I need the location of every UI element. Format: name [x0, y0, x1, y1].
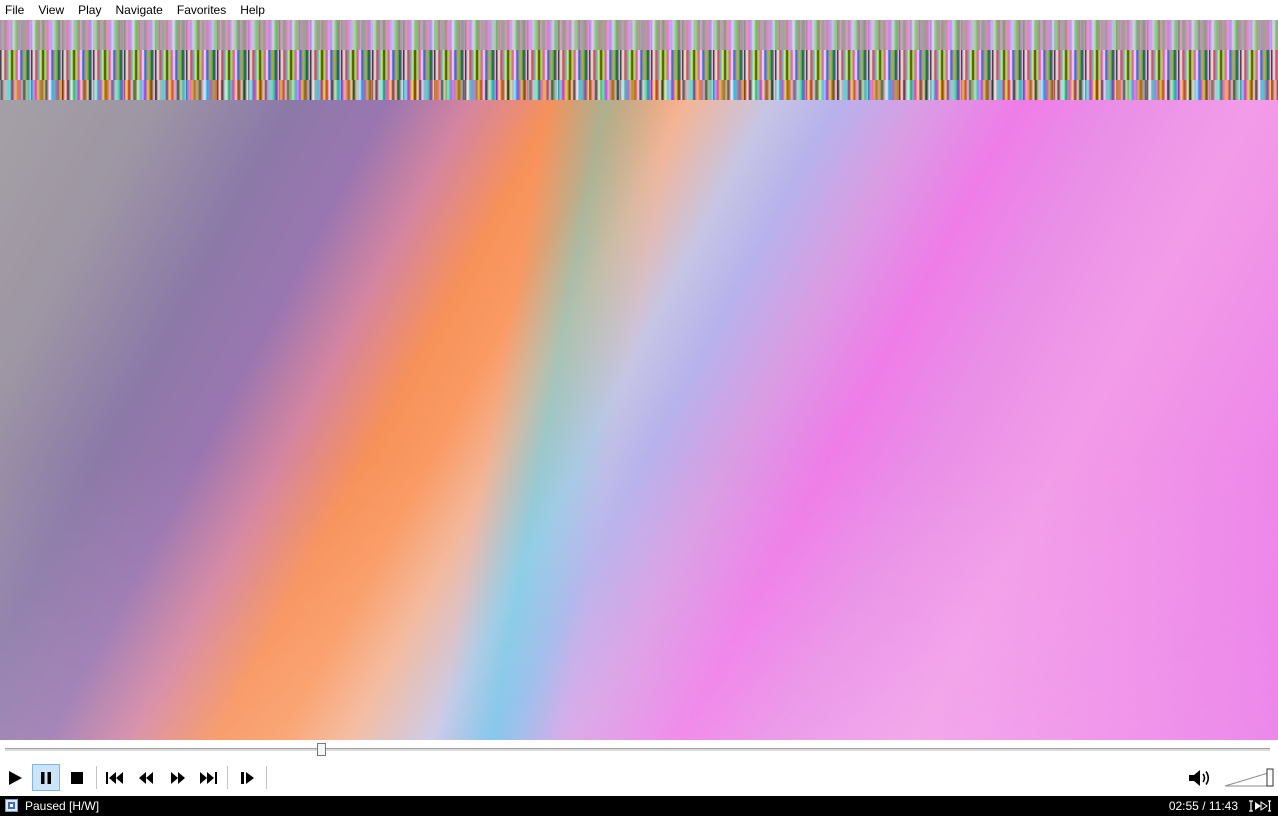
menu-bar: File View Play Navigate Favorites Help — [0, 0, 1278, 20]
video-display[interactable] — [0, 20, 1278, 740]
menu-file[interactable]: File — [0, 0, 31, 20]
rewind-icon — [139, 771, 153, 784]
menu-help[interactable]: Help — [233, 0, 272, 20]
volume-slider[interactable] — [1224, 768, 1274, 787]
video-renderer-icon[interactable] — [1248, 799, 1272, 813]
pause-button[interactable] — [32, 764, 60, 791]
menu-favorites[interactable]: Favorites — [170, 0, 233, 20]
stop-icon — [71, 771, 83, 784]
fast-forward-button[interactable] — [164, 764, 192, 791]
frame-step-button[interactable] — [234, 764, 262, 791]
next-button[interactable] — [194, 764, 222, 791]
seek-bar[interactable] — [0, 740, 1278, 760]
play-icon — [9, 770, 22, 785]
menu-play[interactable]: Play — [71, 0, 108, 20]
app-icon — [5, 799, 18, 812]
pause-icon — [41, 771, 51, 784]
rewind-button[interactable] — [132, 764, 160, 791]
menu-view[interactable]: View — [31, 0, 71, 20]
speaker-icon — [1189, 769, 1210, 786]
separator — [227, 766, 228, 789]
seek-track[interactable] — [5, 748, 1270, 752]
play-button[interactable] — [1, 764, 29, 791]
video-glitch-band-lower — [0, 80, 1278, 100]
stop-button[interactable] — [63, 764, 91, 791]
time-display[interactable]: 02:55 / 11:43 — [1169, 796, 1238, 816]
volume-slider-graphic — [1224, 768, 1274, 787]
previous-button[interactable] — [101, 764, 129, 791]
mute-button[interactable] — [1186, 764, 1214, 791]
status-bar: Paused [H/W] 02:55 / 11:43 — [0, 796, 1278, 816]
separator — [266, 766, 267, 789]
frame-step-icon — [241, 771, 254, 784]
skip-previous-icon — [106, 771, 123, 784]
video-glitch-band-top — [0, 20, 1278, 50]
fast-forward-icon — [171, 771, 185, 784]
control-bar — [0, 760, 1278, 795]
seek-thumb[interactable] — [316, 743, 326, 756]
separator — [96, 766, 97, 789]
skip-next-icon — [200, 771, 217, 784]
status-text: Paused [H/W] — [25, 799, 100, 813]
menu-navigate[interactable]: Navigate — [108, 0, 169, 20]
